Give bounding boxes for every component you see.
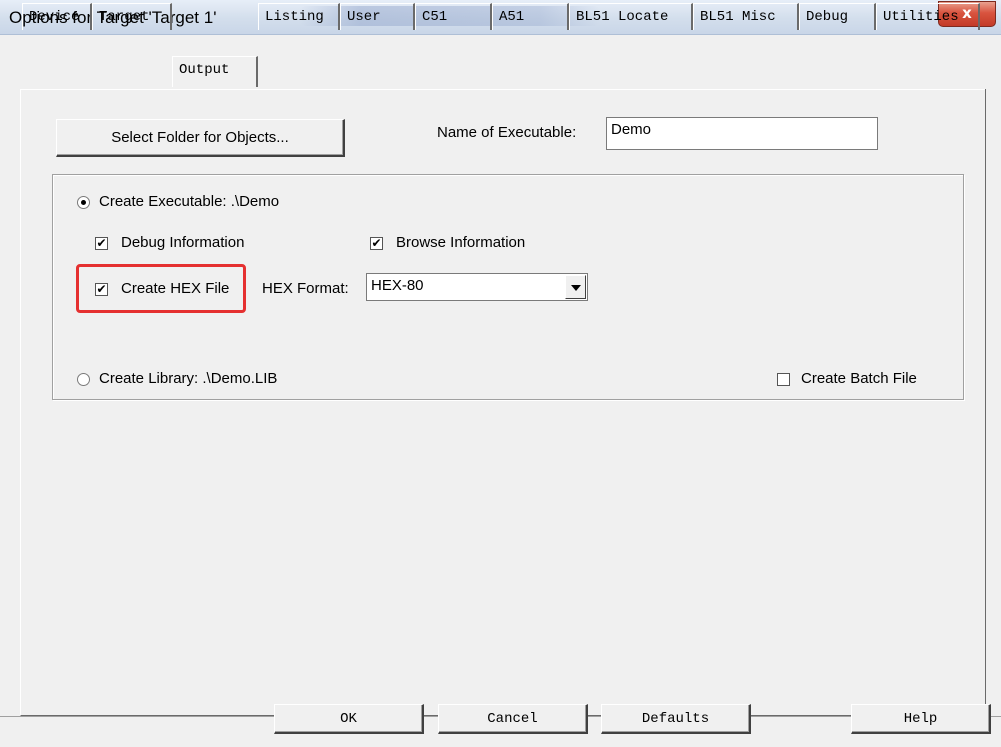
cancel-button[interactable]: Cancel: [438, 704, 588, 734]
tab-listing[interactable]: Listing: [258, 3, 340, 30]
create-executable-radio[interactable]: [77, 196, 90, 209]
create-executable-label: Create Executable: .\Demo: [99, 193, 280, 210]
tab-target[interactable]: Target: [92, 3, 172, 30]
name-of-executable-label: Name of Executable:: [437, 124, 577, 141]
create-library-radio[interactable]: [77, 373, 90, 386]
tab-utilities[interactable]: Utilities: [876, 3, 980, 30]
tab-bl51-locate[interactable]: BL51 Locate: [569, 3, 693, 30]
chevron-down-icon[interactable]: [565, 275, 586, 299]
create-batch-file-label: Create Batch File: [801, 370, 917, 387]
create-hex-file-label: Create HEX File: [121, 280, 230, 297]
tab-output[interactable]: Output: [172, 56, 258, 87]
debug-information-label: Debug Information: [121, 234, 245, 251]
defaults-button[interactable]: Defaults: [601, 704, 751, 734]
tab-user[interactable]: User: [340, 3, 415, 30]
create-hex-file-checkbox[interactable]: ✔: [95, 283, 108, 296]
browse-information-label: Browse Information: [396, 234, 526, 251]
hex-format-label: HEX Format:: [262, 280, 349, 297]
tab-device[interactable]: Device: [22, 3, 92, 30]
hex-format-value: HEX-80: [371, 277, 424, 294]
tab-bl51-misc[interactable]: BL51 Misc: [693, 3, 799, 30]
create-library-label: Create Library: .\Demo.LIB: [99, 370, 278, 387]
create-batch-file-checkbox[interactable]: [777, 373, 790, 386]
tab-a51[interactable]: A51: [492, 3, 569, 30]
browse-information-checkbox[interactable]: ✔: [370, 237, 383, 250]
ok-button[interactable]: OK: [274, 704, 424, 734]
name-of-executable-input[interactable]: Demo: [606, 117, 878, 150]
tab-debug[interactable]: Debug: [799, 3, 876, 30]
tab-c51[interactable]: C51: [415, 3, 492, 30]
help-button[interactable]: Help: [851, 704, 991, 734]
select-folder-button[interactable]: Select Folder for Objects...: [56, 119, 345, 157]
hex-format-select[interactable]: HEX-80: [366, 273, 588, 301]
debug-information-checkbox[interactable]: ✔: [95, 237, 108, 250]
